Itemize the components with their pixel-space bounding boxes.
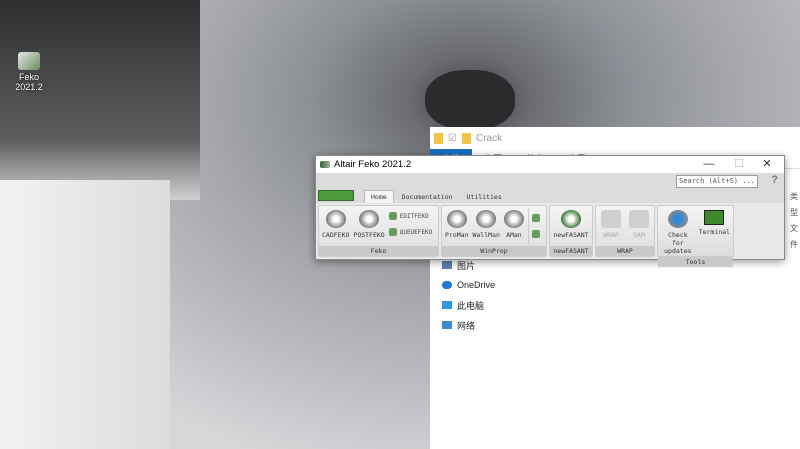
- search-row: Search (Alt+S) ... ?: [316, 173, 784, 190]
- feko-logo-icon: [320, 161, 330, 168]
- tool-label: Check for updates: [664, 231, 692, 255]
- tool-label: WallMan: [472, 231, 500, 239]
- editfeko-button[interactable]: EDITFEKO: [388, 212, 433, 220]
- tool-label: SAM: [633, 231, 645, 239]
- check-updates-button[interactable]: Check for updates: [661, 208, 695, 255]
- wallpaper-light: [0, 180, 170, 449]
- search-input[interactable]: Search (Alt+S) ...: [676, 175, 758, 188]
- tool-icon: [531, 214, 540, 222]
- column-file: 文件: [790, 224, 798, 249]
- newfasant-icon: [560, 210, 581, 228]
- tool-label: POSTFEKO: [353, 231, 385, 239]
- aman-button[interactable]: AMan: [503, 208, 524, 244]
- explorer-path: Crack: [475, 132, 503, 144]
- network-icon: [442, 321, 452, 329]
- nav-item-this-pc[interactable]: 此电脑: [442, 295, 495, 315]
- wrap-icon: [601, 210, 621, 228]
- nav-label: OneDrive: [457, 280, 496, 290]
- maximize-button[interactable]: ☐: [724, 156, 754, 173]
- terminal-icon: [704, 210, 725, 225]
- group-label: Tools: [658, 257, 733, 267]
- proman-button[interactable]: ProMan: [445, 208, 468, 244]
- sam-icon: [629, 210, 649, 228]
- tool-label: ProMan: [445, 231, 469, 239]
- winprop-tool-2-button[interactable]: [531, 230, 540, 238]
- ribbon: CADFEKO POSTFEKO EDITFEKO QUEUEFEKO Feko…: [318, 205, 734, 267]
- wallman-icon: [476, 210, 497, 228]
- tab-documentation[interactable]: Documentation: [396, 191, 459, 203]
- update-icon: [667, 210, 688, 228]
- wallpaper-shadow: [0, 0, 200, 200]
- group-newfasant: newFASANT newFASANT: [549, 205, 593, 257]
- editfeko-icon: [388, 212, 397, 220]
- newfasant-button[interactable]: newFASANT: [553, 208, 589, 244]
- wallman-button[interactable]: WallMan: [472, 208, 500, 244]
- feko-titlebar: Altair Feko 2021.2 — ☐ ✕: [316, 156, 784, 173]
- nav-label: 此电脑: [457, 300, 485, 311]
- group-wrap: WRAP SAM WRAP: [595, 205, 655, 257]
- explorer-nav-pane: 图片 OneDrive 此电脑 网络: [442, 255, 495, 335]
- tool-icon: [531, 230, 540, 238]
- cadfeko-icon: [325, 210, 346, 228]
- group-tools: Check for updates Terminal Tools: [657, 205, 734, 267]
- ribbon-tabs: Home Documentation Utilities: [316, 190, 784, 203]
- postfeko-icon: [359, 210, 380, 228]
- group-label: WRAP: [596, 246, 654, 256]
- explorer-details: 类型 文件: [790, 189, 800, 253]
- queuefeko-icon: [388, 228, 397, 236]
- check-icon: ☑: [448, 132, 457, 144]
- group-winprop: ProMan WallMan AMan WinProp: [441, 205, 547, 257]
- tool-label: Terminal: [698, 228, 730, 236]
- pictures-icon: [442, 261, 452, 269]
- tab-utilities[interactable]: Utilities: [461, 191, 508, 203]
- tool-label: AMan: [506, 231, 522, 239]
- window-title: Altair Feko 2021.2: [334, 159, 412, 170]
- desktop-icon-label: Feko 2021.2: [15, 72, 43, 92]
- wrap-button[interactable]: WRAP: [601, 208, 621, 244]
- group-label: newFASANT: [550, 246, 592, 256]
- group-label: WinProp: [442, 246, 546, 256]
- winprop-tool-1-button[interactable]: [531, 214, 540, 222]
- tab-home[interactable]: Home: [364, 190, 394, 203]
- feko-launcher-window: Altair Feko 2021.2 — ☐ ✕ Search (Alt+S) …: [315, 155, 785, 267]
- tool-label: EDITFEKO: [399, 212, 429, 220]
- wallpaper-cat-nose: [425, 70, 515, 130]
- proman-icon: [446, 210, 467, 228]
- column-type: 类型: [790, 192, 798, 217]
- minimize-button[interactable]: —: [694, 156, 724, 173]
- cadfeko-button[interactable]: CADFEKO: [322, 208, 349, 244]
- postfeko-button[interactable]: POSTFEKO: [353, 208, 385, 244]
- explorer-titlebar: ☑ Crack: [430, 127, 800, 149]
- nav-item-network[interactable]: 网络: [442, 315, 495, 335]
- cloud-icon: [442, 281, 452, 289]
- folder-icon: [461, 132, 471, 144]
- tool-label: CADFEKO: [322, 231, 350, 239]
- nav-item-onedrive[interactable]: OneDrive: [442, 275, 495, 295]
- aman-icon: [503, 210, 524, 228]
- feko-icon: [18, 52, 40, 70]
- terminal-button[interactable]: Terminal: [699, 208, 730, 255]
- desktop-icon-feko[interactable]: Feko 2021.2: [4, 52, 54, 92]
- app-menu-button[interactable]: [318, 190, 354, 201]
- sam-button[interactable]: SAM: [629, 208, 649, 244]
- tool-label: newFASANT: [553, 231, 589, 239]
- help-icon[interactable]: ?: [771, 174, 778, 186]
- group-label: Feko: [319, 246, 438, 256]
- folder-icon: [434, 132, 443, 144]
- close-button[interactable]: ✕: [752, 156, 782, 173]
- nav-label: 网络: [457, 320, 476, 331]
- nav-label: 图片: [457, 260, 476, 271]
- tool-label: WRAP: [603, 231, 619, 239]
- computer-icon: [442, 301, 452, 309]
- queuefeko-button[interactable]: QUEUEFEKO: [388, 228, 433, 236]
- group-feko: CADFEKO POSTFEKO EDITFEKO QUEUEFEKO Feko: [318, 205, 439, 257]
- tool-label: QUEUEFEKO: [399, 228, 433, 236]
